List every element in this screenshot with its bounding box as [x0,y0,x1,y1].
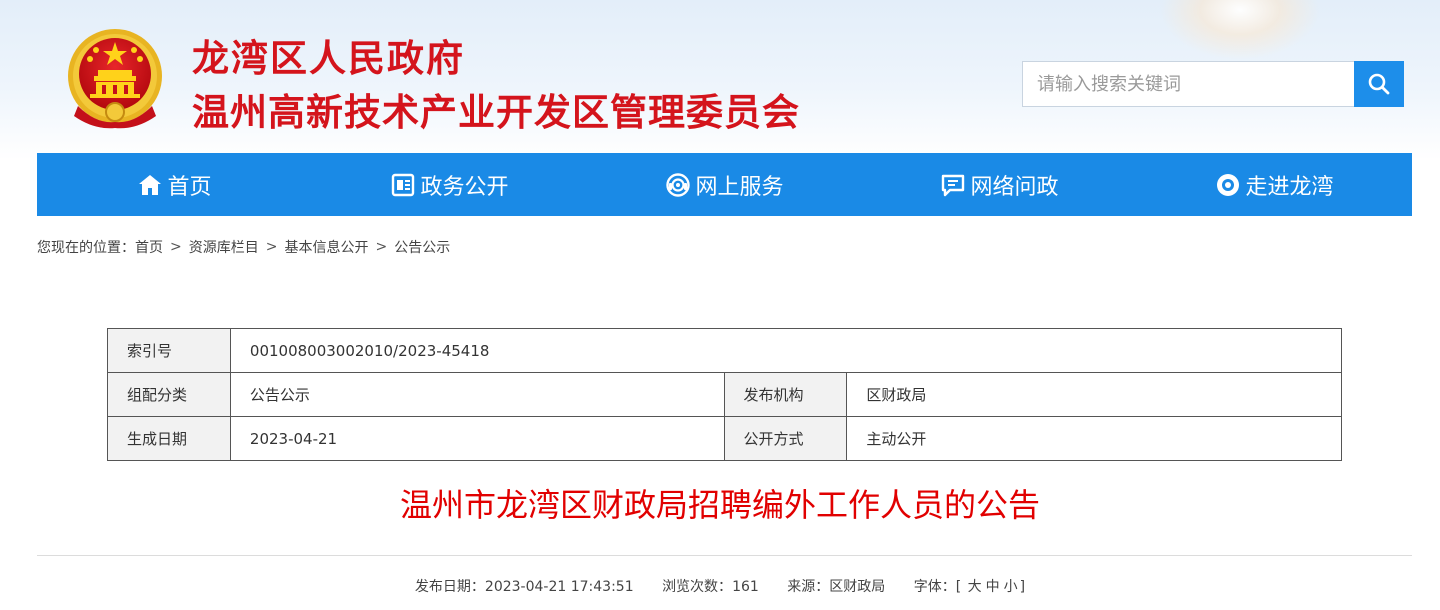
search-input[interactable] [1022,61,1354,107]
breadcrumb-separator: > [265,239,278,255]
index-label: 索引号 [107,328,231,373]
info-table: 索引号 001008003002010/2023-45418 组配分类 公告公示… [107,328,1343,461]
view-count-label: 浏览次数： [662,579,733,595]
nav-label-about-longwan: 走进龙湾 [1245,174,1334,200]
breadcrumb: 您现在的位置： 首页 > 资源库栏目 > 基本信息公开 > 公告公示 [37,237,450,257]
font-size-small-button[interactable]: 小 [1004,579,1018,595]
nav-item-online-inquiry[interactable]: 网络问政 [862,153,1137,216]
source-value: 区财政局 [829,579,886,595]
site-header: 龙湾区人民政府 温州高新技术产业开发区管理委员会 [0,0,1440,160]
nav-item-about-longwan[interactable]: 走进龙湾 [1137,153,1412,216]
header-glow [1160,0,1320,60]
publish-date-value: 2023-04-21 17:43:51 [484,579,634,595]
breadcrumb-item-home[interactable]: 首页 [135,237,163,257]
main-nav: 首页 政务公开 网上服务 网络问政 走进龙湾 [37,153,1412,216]
breadcrumb-separator: > [375,239,388,255]
font-size-large-button[interactable]: 大 [968,579,982,595]
nav-item-gov-affairs[interactable]: 政务公开 [312,153,587,216]
date-label: 生成日期 [107,416,231,461]
search-box [1022,61,1404,107]
breadcrumb-item-notice[interactable]: 公告公示 [394,237,450,257]
source: 来源：区财政局 [787,579,885,595]
document-icon [390,172,416,198]
site-title-line2: 温州高新技术产业开发区管理委员会 [192,91,800,134]
bracket-open: [ [955,579,962,595]
publisher-label: 发布机构 [723,372,848,417]
nav-label-gov-affairs: 政务公开 [420,174,509,200]
font-size-label: 字体： [913,579,956,595]
article-title: 温州市龙湾区财政局招聘编外工作人员的公告 [399,486,1040,524]
breadcrumb-item-resource[interactable]: 资源库栏目 [189,237,259,257]
table-row: 组配分类 公告公示 发布机构 区财政局 [107,372,1342,417]
category-label: 组配分类 [107,372,231,417]
article-meta: 发布日期：2023-04-21 17:43:51 浏览次数：161 来源：区财政… [0,576,1440,596]
site-title-line1: 龙湾区人民政府 [192,37,465,80]
home-icon [137,172,163,198]
publish-date-label: 发布日期： [414,579,485,595]
nav-item-home[interactable]: 首页 [37,153,312,216]
breadcrumb-separator: > [170,239,182,255]
eye-icon [1215,172,1241,198]
category-value: 公告公示 [229,372,725,417]
breadcrumb-item-basic-info[interactable]: 基本信息公开 [284,237,368,257]
bracket-close: ] [1019,579,1026,595]
search-button[interactable] [1354,61,1404,107]
breadcrumb-prefix: 您现在的位置： [37,240,135,256]
nav-label-online-service: 网上服务 [695,174,784,200]
view-count-value: 161 [732,579,759,595]
divider [37,555,1412,556]
nav-label-home: 首页 [167,174,212,200]
nav-item-online-service[interactable]: 网上服务 [587,153,862,216]
service-icon [665,172,691,198]
mode-value: 主动公开 [846,416,1342,461]
font-size-medium-button[interactable]: 中 [986,579,1000,595]
view-count: 浏览次数：161 [662,579,759,595]
nav-label-online-inquiry: 网络问政 [970,174,1059,200]
table-row: 索引号 001008003002010/2023-45418 [107,328,1343,373]
message-icon [940,172,966,198]
search-icon [1368,73,1390,95]
national-emblem-logo[interactable] [66,26,164,130]
date-value: 2023-04-21 [229,416,725,461]
table-row: 生成日期 2023-04-21 公开方式 主动公开 [107,416,1342,461]
index-value: 001008003002010/2023-45418 [229,328,1343,373]
mode-label: 公开方式 [723,416,848,461]
publish-date: 发布日期：2023-04-21 17:43:51 [415,579,634,595]
publisher-value: 区财政局 [846,372,1342,417]
source-label: 来源： [787,579,830,595]
font-size-control: 字体：[ 大中小] [914,579,1025,595]
